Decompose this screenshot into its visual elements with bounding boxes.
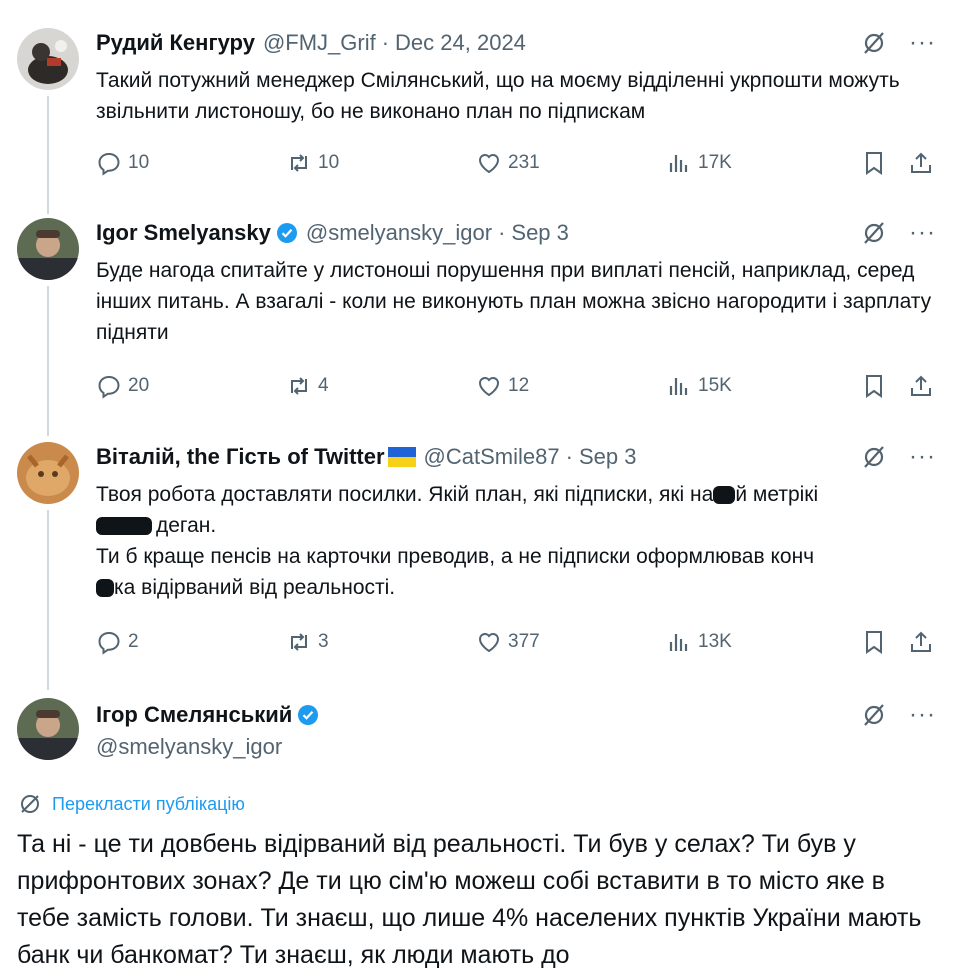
views-button[interactable]: 15K <box>666 373 732 399</box>
views-icon <box>669 378 688 395</box>
bookmark-icon <box>866 631 882 654</box>
redaction-mark <box>96 517 152 536</box>
tweet-date[interactable]: Sep 3 <box>579 444 637 470</box>
like-count: 231 <box>508 152 540 173</box>
separator-dot: · <box>381 30 390 55</box>
tweet-text: Твоя робота доставляти посилки. Якій пла… <box>96 479 946 603</box>
repost-button[interactable]: 4 <box>286 373 329 399</box>
author-handle[interactable]: @smelyansky_igor <box>306 220 492 246</box>
tweet-date[interactable]: Dec 24, 2024 <box>395 30 526 56</box>
avatar[interactable] <box>17 442 79 504</box>
like-icon <box>478 154 500 174</box>
author-name[interactable]: Ігор Смелянський <box>96 702 292 728</box>
more-icon[interactable]: ··· <box>909 30 936 56</box>
author-handle[interactable]: @smelyansky_igor <box>96 734 282 760</box>
repost-icon <box>291 633 307 651</box>
action-bar: 20 4 12 15K <box>96 373 946 403</box>
reply-icon <box>98 152 120 176</box>
tweet-date[interactable]: Sep 3 <box>511 220 569 246</box>
repost-button[interactable]: 10 <box>286 150 339 176</box>
tweet-text: Такий потужний менеджер Смілянський, що … <box>96 69 900 123</box>
separator-dot: · <box>565 444 573 469</box>
text-line: ка відірваний від реальності. <box>96 572 946 603</box>
reply-button[interactable]: 2 <box>96 629 139 655</box>
grok-icon[interactable] <box>861 30 887 56</box>
redaction-mark <box>96 579 114 598</box>
share-button[interactable] <box>908 150 934 176</box>
like-count: 12 <box>508 375 530 396</box>
views-icon <box>669 634 688 651</box>
share-button[interactable] <box>908 373 934 399</box>
share-icon <box>911 152 931 173</box>
avatar[interactable] <box>17 28 79 90</box>
repost-button[interactable]: 3 <box>286 629 329 655</box>
views-count: 17K <box>698 152 732 173</box>
redaction-mark <box>713 486 736 505</box>
separator-dot: · <box>498 220 506 245</box>
text-line: Твоя робота доставляти посилки. Якій пла… <box>96 483 819 506</box>
share-icon <box>911 631 931 652</box>
views-button[interactable]: 17K <box>666 150 732 176</box>
bookmark-icon <box>866 375 882 398</box>
bookmark-icon <box>866 152 882 175</box>
reply-icon <box>98 631 120 655</box>
grok-icon[interactable] <box>861 444 887 470</box>
like-count: 377 <box>508 631 540 652</box>
views-count: 13K <box>698 631 732 652</box>
reply-button[interactable]: 20 <box>96 373 149 399</box>
author-name[interactable]: Рудий Кенгуру <box>96 30 255 56</box>
action-bar: 2 3 377 13K <box>96 629 946 659</box>
reply-count: 20 <box>128 375 150 396</box>
grok-icon[interactable] <box>861 220 887 246</box>
repost-icon <box>291 154 307 172</box>
translate-globe-icon <box>21 795 39 813</box>
repost-count: 4 <box>318 375 329 396</box>
verified-badge-icon <box>297 704 319 726</box>
repost-count: 3 <box>318 631 329 652</box>
like-button[interactable]: 231 <box>476 150 540 176</box>
reply-button[interactable]: 10 <box>96 150 149 176</box>
action-bar: 10 10 231 17K <box>96 150 946 180</box>
tweet-text: Буде нагода спитайте у листоноші порушен… <box>96 259 932 344</box>
author-handle[interactable]: @FMJ_Grif <box>263 30 376 56</box>
author-name[interactable]: Igor Smelyansky <box>96 220 271 246</box>
grok-icon[interactable] <box>861 702 887 728</box>
share-icon <box>911 375 931 396</box>
reply-count: 10 <box>128 152 150 173</box>
thread-line-2 <box>47 286 49 436</box>
like-button[interactable]: 377 <box>476 629 540 655</box>
views-button[interactable]: 13K <box>666 629 732 655</box>
more-icon[interactable]: ··· <box>909 220 936 246</box>
avatar[interactable] <box>17 698 79 760</box>
reply-icon <box>98 375 120 399</box>
bookmark-button[interactable] <box>861 629 887 655</box>
bookmark-button[interactable] <box>861 150 887 176</box>
views-icon <box>669 155 688 172</box>
thread-line-1 <box>47 96 49 214</box>
views-count: 15K <box>698 375 732 396</box>
avatar[interactable] <box>17 218 79 280</box>
bookmark-button[interactable] <box>861 373 887 399</box>
like-button[interactable]: 12 <box>476 373 529 399</box>
verified-badge-icon <box>276 222 298 244</box>
like-icon <box>478 633 500 653</box>
text-line: Ти б краще пенсів на карточки преводив, … <box>96 545 815 568</box>
main-tweet-text: Та ні - це ти довбень відірваний від реа… <box>17 830 922 969</box>
more-icon[interactable]: ··· <box>909 702 936 728</box>
thread-line-3 <box>47 510 49 690</box>
more-icon[interactable]: ··· <box>909 444 936 470</box>
author-handle[interactable]: @CatSmile87 <box>424 444 560 470</box>
repost-count: 10 <box>318 152 340 173</box>
author-name[interactable]: Віталій, the Гість of Twitter <box>96 444 385 470</box>
reply-count: 2 <box>128 631 139 652</box>
repost-icon <box>291 377 307 395</box>
ukraine-flag-icon <box>387 447 416 467</box>
share-button[interactable] <box>908 629 934 655</box>
translate-link[interactable]: Перекласти публікацію <box>18 792 245 816</box>
like-icon <box>478 377 500 397</box>
translate-label: Перекласти публікацію <box>52 793 245 814</box>
text-line: деган. <box>96 510 946 541</box>
